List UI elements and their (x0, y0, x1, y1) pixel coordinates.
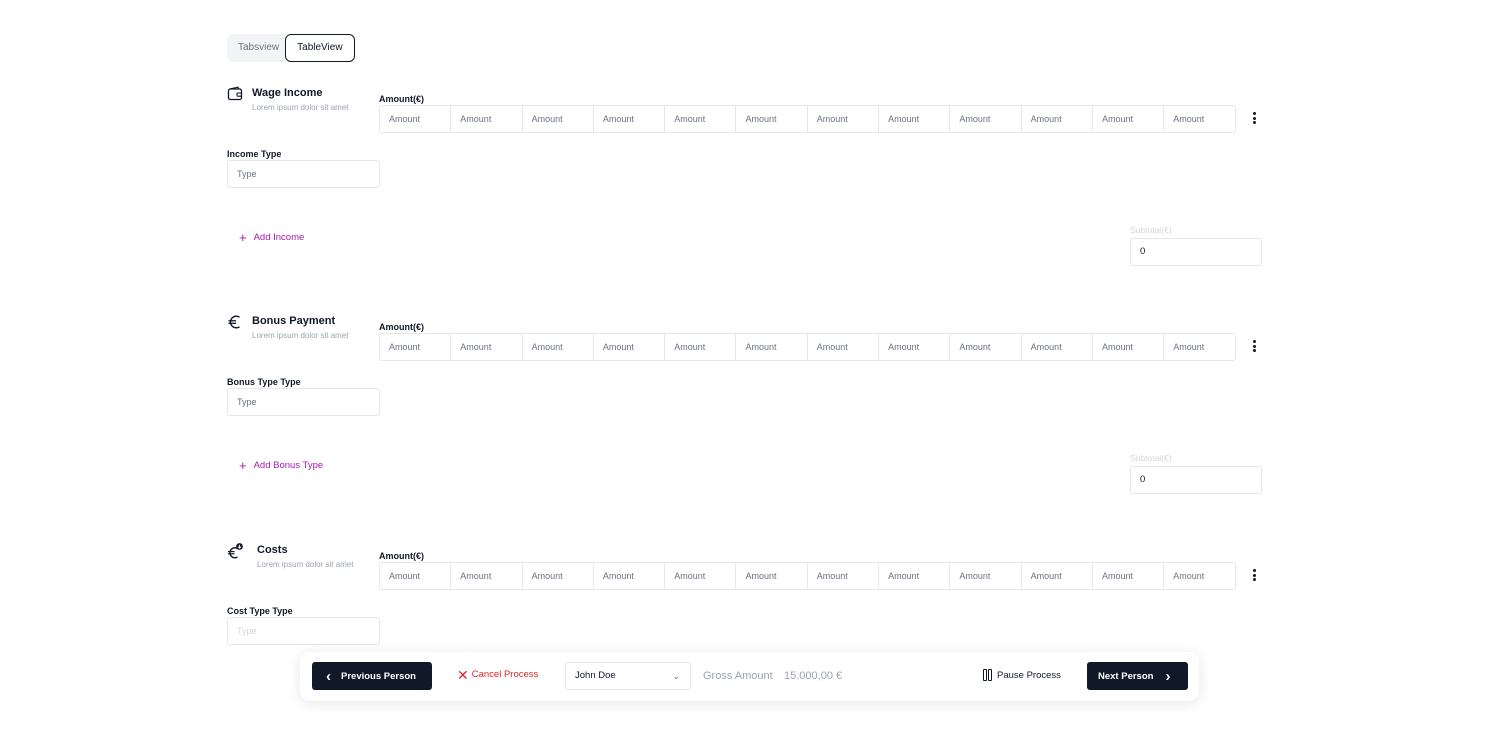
next-person-label: Next Person (1098, 670, 1154, 682)
amount-input[interactable]: Amount (592, 562, 666, 590)
previous-person-label: Previous Person (341, 670, 416, 682)
subtotal-label: Subtotal(€) (1130, 453, 1172, 463)
tab-tableview[interactable]: TableView (285, 34, 355, 62)
plus-icon: + (239, 229, 247, 245)
amount-input[interactable]: Amount (878, 105, 951, 133)
bottom-action-bar: ‹ Previous Person ✕ Cancel Process John … (300, 652, 1199, 701)
amount-input[interactable]: Amount (735, 562, 808, 590)
type-label: Cost Type Type (227, 606, 293, 616)
section-bonus-payment: Bonus Payment Lorem ipsum dolor sit amet… (227, 314, 1267, 524)
section-title: Wage Income (252, 87, 323, 99)
section-title: Bonus Payment (252, 315, 336, 327)
chevron-left-icon: ‹ (326, 667, 331, 685)
section-costs: Costs Lorem ipsum dolor sit amet Amount(… (227, 543, 1267, 753)
amount-input[interactable]: Amount (379, 333, 452, 361)
amount-input[interactable]: Amount (521, 562, 594, 590)
section-subtitle: Lorem ipsum dolor sit amet (257, 560, 354, 569)
tab-tabsview[interactable]: Tabsview (227, 34, 286, 62)
bonus-type-input[interactable]: Type (227, 388, 380, 416)
add-bonus-type-label: Add Bonus Type (253, 460, 324, 471)
amount-label: Amount(€) (379, 94, 424, 104)
pause-icon (983, 669, 993, 681)
amount-input[interactable]: Amount (878, 333, 951, 361)
view-tabs: Tabsview TableView (227, 34, 355, 62)
amount-input[interactable]: Amount (521, 333, 594, 361)
close-icon: ✕ (457, 666, 469, 683)
amount-input[interactable]: Amount (949, 333, 1022, 361)
amount-input[interactable]: Amount (664, 105, 737, 133)
amount-inputs: Amount Amount Amount Amount Amount Amoun… (379, 562, 1236, 590)
amount-input[interactable]: Amount (521, 105, 594, 133)
amount-input[interactable]: Amount (379, 562, 452, 590)
type-label: Income Type (227, 149, 282, 159)
section-wage-income: Wage Income Lorem ipsum dolor sit amet A… (227, 86, 1267, 296)
more-options-icon[interactable] (1250, 112, 1258, 128)
amount-input[interactable]: Amount (806, 105, 880, 133)
amount-inputs: Amount Amount Amount Amount Amount Amoun… (379, 333, 1236, 361)
amount-input[interactable]: Amount (1163, 562, 1236, 590)
chevron-down-icon: ⌄ (672, 671, 680, 681)
euro-icon (228, 315, 240, 329)
amount-input[interactable]: Amount (450, 105, 523, 133)
next-person-button[interactable]: Next Person › (1087, 662, 1188, 690)
section-subtitle: Lorem ipsum dolor sit amet (252, 331, 349, 340)
subtotal-field[interactable]: 0 (1130, 238, 1262, 266)
amount-input[interactable]: Amount (450, 333, 523, 361)
previous-person-button[interactable]: ‹ Previous Person (312, 662, 432, 690)
euro-down-icon (228, 543, 243, 559)
type-label: Bonus Type Type (227, 377, 301, 387)
more-options-icon[interactable] (1250, 340, 1258, 356)
amount-input[interactable]: Amount (1163, 333, 1236, 361)
section-title: Costs (257, 544, 288, 556)
cost-type-input[interactable]: Type (227, 617, 380, 645)
pause-process-button[interactable]: Pause Process (983, 669, 1061, 681)
amount-input[interactable]: Amount (1020, 105, 1093, 133)
amount-input[interactable]: Amount (664, 562, 737, 590)
amount-input[interactable]: Amount (806, 562, 880, 590)
add-bonus-type-button[interactable]: + Add Bonus Type (239, 457, 324, 473)
gross-amount-value: 15.000,00 € (784, 670, 843, 682)
wallet-icon (227, 86, 243, 101)
amount-input[interactable]: Amount (806, 333, 880, 361)
add-income-button[interactable]: + Add Income (239, 229, 305, 245)
person-select-value: John Doe (575, 670, 616, 681)
amount-input[interactable]: Amount (1091, 333, 1165, 361)
amount-input[interactable]: Amount (379, 105, 452, 133)
add-income-label: Add Income (253, 232, 305, 243)
cancel-process-label: Cancel Process (471, 669, 539, 680)
amount-input[interactable]: Amount (450, 562, 523, 590)
amount-label: Amount(€) (379, 551, 424, 561)
plus-icon: + (239, 457, 247, 473)
amount-input[interactable]: Amount (592, 333, 666, 361)
amount-input[interactable]: Amount (1020, 562, 1093, 590)
cancel-process-button[interactable]: ✕ Cancel Process (457, 666, 539, 683)
income-type-input[interactable]: Type (227, 160, 380, 188)
amount-input[interactable]: Amount (1091, 562, 1165, 590)
amount-input[interactable]: Amount (735, 105, 808, 133)
amount-input[interactable]: Amount (1163, 105, 1236, 133)
gross-amount-label: Gross Amount (703, 670, 773, 682)
more-options-icon[interactable] (1250, 569, 1258, 585)
section-subtitle: Lorem ipsum dolor sit amet (252, 103, 349, 112)
amount-input[interactable]: Amount (1020, 333, 1093, 361)
amount-input[interactable]: Amount (1091, 105, 1165, 133)
person-select[interactable]: John Doe ⌄ (565, 662, 691, 690)
amount-input[interactable]: Amount (878, 562, 951, 590)
amount-inputs: Amount Amount Amount Amount Amount Amoun… (379, 105, 1236, 133)
amount-input[interactable]: Amount (735, 333, 808, 361)
chevron-right-icon: › (1165, 667, 1171, 685)
amount-input[interactable]: Amount (949, 562, 1022, 590)
subtotal-field[interactable]: 0 (1130, 466, 1262, 494)
amount-input[interactable]: Amount (949, 105, 1022, 133)
amount-label: Amount(€) (379, 322, 424, 332)
amount-input[interactable]: Amount (592, 105, 666, 133)
pause-process-label: Pause Process (997, 669, 1061, 681)
subtotal-label: Subtotal(€) (1130, 225, 1172, 235)
amount-input[interactable]: Amount (664, 333, 737, 361)
